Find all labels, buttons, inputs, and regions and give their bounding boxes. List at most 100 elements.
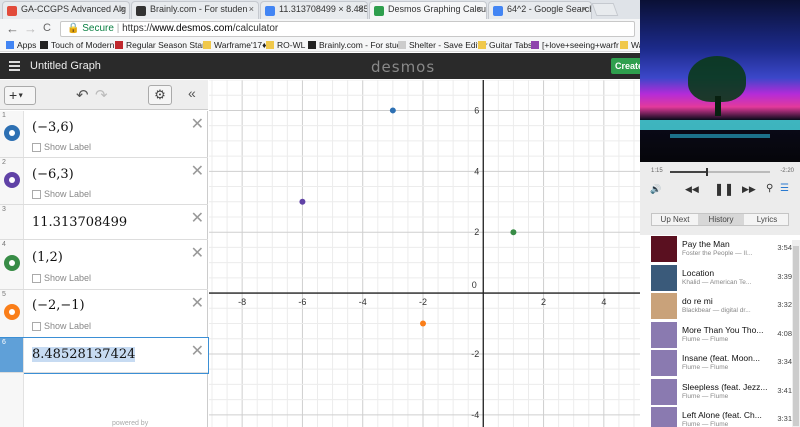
checkbox-icon[interactable]: [32, 190, 41, 200]
add-item-button[interactable]: +▼: [4, 86, 36, 105]
delete-expression-icon[interactable]: ✕: [191, 114, 204, 134]
empty-expression-row[interactable]: [0, 373, 208, 427]
history-track[interactable]: Left Alone (feat. Ch... Flume — Flume 3:31: [640, 406, 792, 427]
redo-icon[interactable]: ↷: [95, 86, 108, 104]
expression-math[interactable]: 11.313708499: [32, 215, 127, 230]
history-track[interactable]: do re mi Blackbear — digital dr... 3:32: [640, 292, 792, 320]
delete-expression-icon[interactable]: ✕: [191, 208, 204, 228]
tab-label: 11.313708499 × 8.48528: [279, 4, 368, 14]
show-label-text: Show Label: [44, 189, 92, 199]
history-track[interactable]: Pay the Man Foster the People — II... 3:54: [640, 235, 792, 263]
bookmark-1[interactable]: Touch of Modern: [40, 40, 114, 50]
delete-expression-icon[interactable]: ✕: [191, 293, 204, 313]
show-label-toggle[interactable]: Show Label: [32, 189, 92, 200]
pause-icon[interactable]: ❚❚: [714, 182, 734, 196]
close-icon[interactable]: ×: [358, 4, 363, 14]
gear-icon[interactable]: ⚙: [148, 85, 172, 105]
checkbox-icon[interactable]: [32, 322, 41, 332]
bookmark-7[interactable]: Guitar Tabs: [478, 40, 532, 50]
data-point[interactable]: [389, 107, 396, 114]
expression-row[interactable]: 1 (−3,6) Show Label ✕: [0, 111, 208, 158]
create-account-button[interactable]: Create: [611, 58, 643, 74]
point-color-icon[interactable]: [4, 125, 20, 141]
history-track[interactable]: More Than You Tho... Flume — Flume 4:08: [640, 321, 792, 349]
checkbox-icon[interactable]: [32, 274, 41, 284]
history-track[interactable]: Location Khalid — American Te... 3:39: [640, 264, 792, 292]
track-title: Insane (feat. Moon...: [682, 353, 760, 363]
expression-row[interactable]: 2 (−6,3) Show Label ✕: [0, 158, 208, 205]
expression-math[interactable]: (−2,−1): [32, 298, 85, 313]
data-point[interactable]: [510, 229, 517, 236]
browser-tab-4[interactable]: 64^2 - Google Search ×: [488, 1, 592, 19]
bookmark-4[interactable]: RO-WL: [266, 40, 305, 50]
expression-row[interactable]: 3 11.313708499 ✕: [0, 205, 208, 240]
data-point[interactable]: [419, 320, 426, 327]
delete-expression-icon[interactable]: ✕: [191, 243, 204, 263]
previous-icon[interactable]: ◀◀: [685, 184, 699, 195]
progress-handle[interactable]: [706, 168, 708, 176]
next-icon[interactable]: ▶▶: [742, 184, 756, 195]
history-track[interactable]: Sleepless (feat. Jezz... Flume — Flume 3:4…: [640, 378, 792, 406]
bookmark-apps[interactable]: Apps: [6, 40, 36, 50]
address-bar[interactable]: 🔒 Secure | https://www.desmos.com/calcul…: [60, 21, 635, 37]
point-color-icon[interactable]: [4, 304, 20, 320]
graph-paper[interactable]: -8 -6 -4 -2 0 2 4 6 4 2 -2 -4: [209, 80, 640, 427]
tab-favicon: [265, 6, 275, 16]
bookmark-8[interactable]: [+love+seeing+warfr: [531, 40, 619, 50]
browser-tab-2[interactable]: 11.313708499 × 8.48528 ×: [260, 1, 368, 19]
plus-icon: +: [9, 87, 18, 103]
close-icon[interactable]: ×: [120, 4, 125, 14]
close-icon[interactable]: ×: [249, 4, 254, 14]
delete-expression-icon[interactable]: ✕: [191, 341, 204, 361]
bookmark-6[interactable]: Shelter - Save Editor: [398, 40, 487, 50]
expression-index: [0, 373, 24, 427]
progress-track[interactable]: [670, 168, 770, 176]
bookmark-5[interactable]: Brainly.com - For stud: [308, 40, 402, 50]
tab-up-next[interactable]: Up Next: [652, 214, 698, 225]
search-icon[interactable]: ⚲: [766, 183, 773, 194]
expression-math[interactable]: (1,2): [32, 250, 63, 265]
back-arrow-icon[interactable]: ←: [6, 21, 19, 36]
show-label-toggle[interactable]: Show Label: [32, 321, 91, 332]
close-icon[interactable]: ×: [477, 4, 482, 14]
graph-svg[interactable]: -8 -6 -4 -2 0 2 4 6 4 2 -2 -4: [209, 80, 640, 427]
show-label-toggle[interactable]: Show Label: [32, 142, 91, 153]
bookmark-label: [+love+seeing+warfr: [542, 40, 619, 50]
x-tick-label: -4: [359, 297, 367, 307]
browser-tab-1[interactable]: Brainly.com - For studen ×: [131, 1, 259, 19]
tab-history[interactable]: History: [698, 214, 744, 225]
graph-title[interactable]: Untitled Graph: [30, 60, 101, 72]
data-point[interactable]: [299, 198, 306, 205]
expression-row-active[interactable]: 6 8.48528137424 ✕: [0, 337, 209, 374]
browser-tab-0[interactable]: GA-CCGPS Advanced Alg ×: [2, 1, 130, 19]
expression-row[interactable]: 4 (1,2) Show Label ✕: [0, 240, 208, 290]
browser-tab-3[interactable]: Desmos Graphing Calcul ×: [369, 1, 487, 19]
undo-icon[interactable]: ↶: [76, 86, 89, 104]
bookmark-3[interactable]: Warframe'17♦: [203, 40, 266, 50]
delete-expression-icon[interactable]: ✕: [191, 161, 204, 181]
history-track[interactable]: Insane (feat. Moon... Flume — Flume 3:34: [640, 349, 792, 377]
expression-math[interactable]: 8.48528137424: [32, 347, 136, 362]
scrollbar-thumb[interactable]: [793, 246, 799, 426]
track-duration: 3:54: [777, 243, 792, 252]
new-tab-button[interactable]: [591, 3, 619, 16]
point-color-icon[interactable]: [4, 172, 20, 188]
bookmark-2[interactable]: Regular Season Stand: [115, 40, 212, 50]
track-artist: Flume — Flume: [682, 335, 729, 343]
list-icon[interactable]: ☰: [780, 183, 789, 194]
player-scrollbar[interactable]: [792, 240, 800, 427]
point-color-icon[interactable]: [4, 255, 20, 271]
hamburger-menu-icon[interactable]: [9, 61, 20, 71]
expression-row[interactable]: 5 (−2,−1) Show Label ✕: [0, 290, 208, 338]
collapse-panel-icon[interactable]: «: [188, 85, 196, 101]
checkbox-icon[interactable]: [32, 143, 41, 153]
reload-icon[interactable]: C: [43, 22, 51, 34]
expression-math[interactable]: (−6,3): [32, 167, 74, 182]
selected-expression-text[interactable]: 8.48528137424: [32, 347, 136, 362]
volume-icon[interactable]: 🔊: [650, 184, 661, 195]
expression-math[interactable]: (−3,6): [32, 120, 74, 135]
tab-lyrics[interactable]: Lyrics: [744, 214, 790, 225]
forward-arrow-icon[interactable]: →: [24, 21, 37, 36]
close-icon[interactable]: ×: [582, 4, 587, 14]
show-label-toggle[interactable]: Show Label: [32, 273, 91, 284]
